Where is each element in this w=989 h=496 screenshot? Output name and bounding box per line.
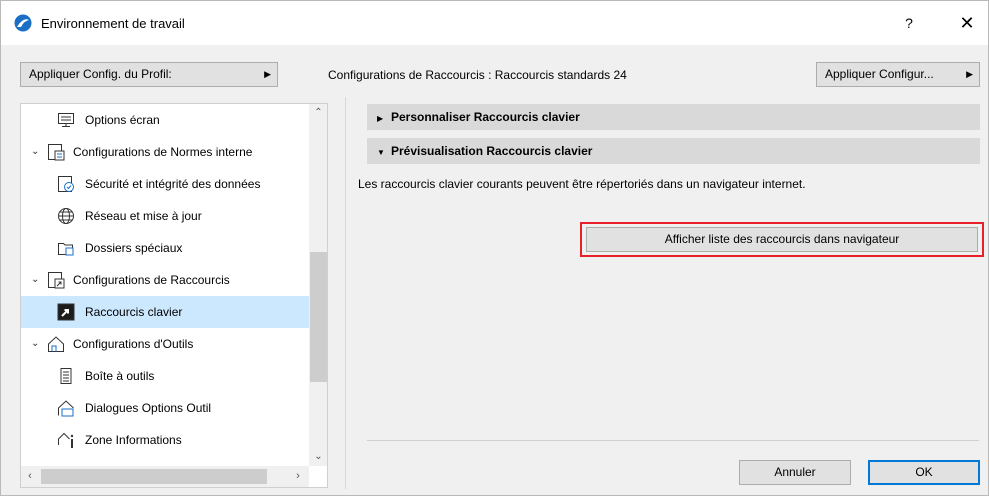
app-logo-icon	[14, 14, 32, 32]
security-icon	[58, 176, 74, 192]
scroll-left-icon[interactable]: ‹	[21, 466, 39, 487]
show-shortcuts-in-browser-button[interactable]: Afficher liste des raccourcis dans navig…	[586, 227, 978, 252]
tree-item-raccourcis-config[interactable]: ⌄ Configurations de Raccourcis	[21, 264, 309, 296]
tree-item-zone-informations[interactable]: Zone Informations	[21, 424, 309, 456]
settings-tree: Options écran ⌄ Configurations de Normes…	[20, 103, 328, 488]
description-text: Les raccourcis clavier courants peuvent …	[358, 177, 806, 191]
apply-config-button[interactable]: Appliquer Configur... ▶	[816, 62, 980, 87]
screen-icon	[58, 113, 74, 127]
ok-button[interactable]: OK	[868, 460, 980, 485]
tree-item-dossiers[interactable]: Dossiers spéciaux	[21, 232, 309, 264]
toolbox-icon	[60, 368, 72, 384]
shortcut-arrow-icon	[57, 303, 75, 321]
tree-item-label: Configurations d'Outils	[73, 337, 194, 351]
help-button[interactable]: ?	[887, 10, 931, 36]
dialog-window: Environnement de travail ? ✕ Appliquer C…	[0, 0, 989, 496]
tree-vertical-scrollbar[interactable]: ⌃ ⌄	[309, 104, 327, 466]
tree-item-options-ecran[interactable]: Options écran	[21, 104, 309, 136]
apply-profile-label: Appliquer Config. du Profil:	[29, 67, 172, 81]
tree-item-label: Dossiers spéciaux	[85, 241, 183, 255]
tree-item-label: Configurations de Normes interne	[73, 145, 253, 159]
tree-item-dialogues-outil[interactable]: Dialogues Options Outil	[21, 392, 309, 424]
tree-item-label: Dialogues Options Outil	[85, 401, 212, 415]
shortcuts-config-icon	[48, 272, 65, 289]
scroll-thumb[interactable]	[41, 469, 267, 484]
config-label: Configurations de Raccourcis :	[328, 68, 492, 82]
scroll-down-icon[interactable]: ⌄	[309, 448, 327, 466]
title-bar: Environnement de travail ? ✕	[1, 1, 988, 45]
apply-config-label: Appliquer Configur...	[825, 67, 934, 81]
panel-divider[interactable]	[345, 97, 346, 489]
chevron-right-icon: ▶	[966, 69, 973, 79]
tree-item-label: Options écran	[85, 113, 160, 127]
tree-item-outils-config[interactable]: ⌄ Configurations d'Outils	[21, 328, 309, 360]
tree-item-label: Boîte à outils	[85, 369, 155, 383]
tree-item-reseau[interactable]: Réseau et mise à jour	[21, 200, 309, 232]
scroll-thumb[interactable]	[310, 252, 327, 382]
section-previsualisation[interactable]: ▼ Prévisualisation Raccourcis clavier	[367, 138, 980, 164]
info-icon	[58, 432, 74, 448]
apply-profile-button[interactable]: Appliquer Config. du Profil: ▶	[20, 62, 278, 87]
section-title: Prévisualisation Raccourcis clavier	[391, 144, 593, 158]
config-value: Raccourcis standards 24	[494, 68, 627, 82]
chevron-right-icon: ▶	[264, 69, 271, 79]
separator	[367, 440, 979, 441]
tree-item-label: Sécurité et intégrité des données	[85, 177, 261, 191]
tool-dialog-icon	[58, 400, 74, 417]
chevron-down-icon[interactable]: ⌄	[31, 328, 39, 360]
chevron-down-icon[interactable]: ⌄	[31, 136, 39, 168]
shortcut-config-status: Configurations de Raccourcis : Raccourci…	[328, 68, 627, 82]
window-title: Environnement de travail	[41, 16, 185, 31]
tree-item-normes[interactable]: ⌄ Configurations de Normes interne	[21, 136, 309, 168]
tree-item-securite[interactable]: Sécurité et intégrité des données	[21, 168, 309, 200]
chevron-down-icon[interactable]: ⌄	[31, 264, 39, 296]
tree-horizontal-scrollbar[interactable]: ‹ ›	[21, 466, 309, 487]
close-button[interactable]: ✕	[945, 10, 989, 36]
tools-config-icon	[48, 336, 64, 352]
scroll-right-icon[interactable]: ›	[289, 466, 307, 487]
standards-icon	[48, 144, 65, 161]
triangle-right-icon: ▶	[377, 114, 384, 123]
section-personnaliser[interactable]: ▶ Personnaliser Raccourcis clavier	[367, 104, 980, 130]
tree-item-label: Configurations de Raccourcis	[73, 273, 230, 287]
folder-icon	[58, 243, 74, 256]
tree-item-label: Réseau et mise à jour	[85, 209, 202, 223]
scroll-up-icon[interactable]: ⌃	[309, 104, 327, 122]
tree-item-boite-outils[interactable]: Boîte à outils	[21, 360, 309, 392]
triangle-down-icon: ▼	[377, 148, 385, 157]
section-title: Personnaliser Raccourcis clavier	[391, 110, 580, 124]
tree-item-label: Zone Informations	[85, 433, 182, 447]
globe-icon	[58, 208, 74, 224]
tree-item-label: Raccourcis clavier	[85, 305, 183, 319]
cancel-button[interactable]: Annuler	[739, 460, 851, 485]
tree-item-raccourcis-clavier[interactable]: Raccourcis clavier	[21, 296, 309, 328]
